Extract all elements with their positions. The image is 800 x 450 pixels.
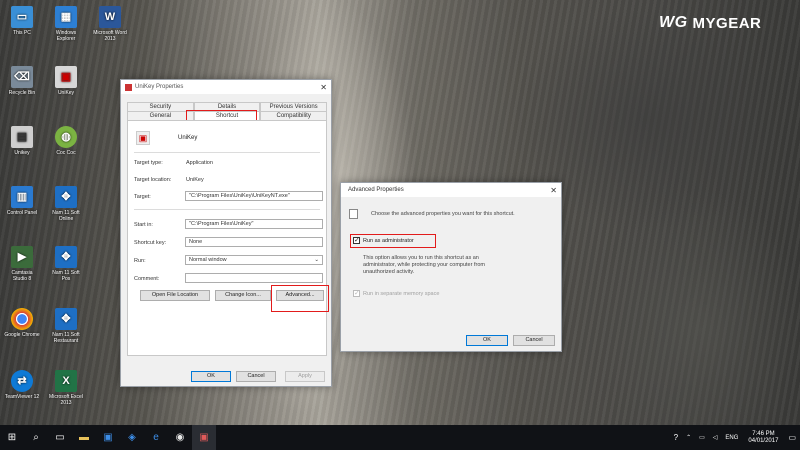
desktop-icon-nam11-online[interactable]: ✥ Nam 11 Soft Online — [48, 186, 84, 222]
close-icon[interactable]: ✕ — [550, 186, 557, 195]
volume-icon[interactable]: ◁ — [713, 434, 718, 441]
open-file-location-button[interactable]: Open File Location — [140, 290, 210, 301]
nam11-icon: ✥ — [55, 186, 77, 208]
target-input[interactable]: "C:\Program Files\UniKey\UniKeyNT.exe" — [185, 191, 323, 201]
separate-memory-label: Run in separate memory space — [363, 290, 440, 297]
file-explorer-icon[interactable]: ▬ — [72, 425, 96, 450]
nam11-icon: ✥ — [55, 246, 77, 268]
advanced-cancel-button[interactable]: Cancel — [513, 335, 555, 346]
run-select[interactable]: Normal window ⌄ — [185, 255, 323, 265]
properties-titlebar: UniKey Properties ✕ — [121, 80, 331, 94]
coccoc-icon: ◍ — [55, 126, 77, 148]
store-icon[interactable]: ▣ — [96, 425, 120, 450]
desktop-icon-chrome[interactable]: Google Chrome — [4, 308, 40, 338]
desktop-icon-word[interactable]: W Microsoft Word 2013 — [92, 6, 128, 42]
clock-time: 7:46 PM — [752, 430, 775, 437]
excel-icon: X — [55, 370, 77, 392]
tab-previous-versions[interactable]: Previous Versions — [260, 102, 328, 111]
advanced-intro: Choose the advanced properties you want … — [371, 211, 515, 217]
desktop-icon-recycle-bin[interactable]: ⌫ Recycle Bin — [4, 66, 40, 96]
advanced-title: Advanced Properties — [348, 187, 404, 193]
unikey-taskbar-icon[interactable]: ▣ — [192, 425, 216, 450]
file-icon: ▤ — [11, 126, 33, 148]
system-tray: ? ⌃ ▭ ◁ ENG 7:46 PM 04/01/2017 ▭ — [670, 425, 800, 450]
desktop-icon-control-panel[interactable]: ▥ Control Panel — [4, 186, 40, 216]
close-icon[interactable]: ✕ — [320, 83, 327, 92]
chevron-up-icon[interactable]: ⌃ — [686, 434, 691, 441]
desktop-icon-unikey-2[interactable]: ▤ Unikey — [4, 126, 40, 156]
separate-memory-checkbox[interactable]: ✓ — [353, 290, 360, 297]
desktop-icon-coc-coc[interactable]: ◍ Coc Coc — [48, 126, 84, 156]
target-location-value: UniKey — [186, 177, 204, 183]
separate-memory-row: ✓ Run in separate memory space — [353, 290, 439, 297]
desktop-icon-camtasia[interactable]: ▶ Camtasia Studio 8 — [4, 246, 40, 282]
dropbox-icon[interactable]: ◈ — [120, 425, 144, 450]
taskbar: ⊞ ⌕ ▭ ▬ ▣ ◈ e ◉ ▣ ? ⌃ ▭ ◁ ENG 7:46 PM 04… — [0, 425, 800, 450]
cancel-button[interactable]: Cancel — [236, 371, 276, 382]
camtasia-icon: ▶ — [11, 246, 33, 268]
brand-name: MYGEAR — [692, 14, 762, 32]
unikey-icon: ▣ — [136, 131, 150, 145]
target-type-value: Application — [186, 160, 213, 166]
notifications-icon[interactable]: ▭ — [788, 433, 796, 442]
chrome-icon[interactable]: ◉ — [168, 425, 192, 450]
clock-date: 04/01/2017 — [748, 437, 779, 444]
task-view-icon[interactable]: ▭ — [48, 425, 72, 450]
divider — [134, 209, 320, 210]
desktop-icon-excel[interactable]: X Microsoft Excel 2013 — [48, 370, 84, 406]
control-panel-icon: ▥ — [11, 186, 33, 208]
edge-icon[interactable]: e — [144, 425, 168, 450]
advanced-properties-dialog: Advanced Properties ✕ Choose the advance… — [340, 182, 562, 352]
nam11-icon: ✥ — [55, 308, 77, 330]
monitor-icon: ▦ — [55, 6, 77, 28]
app-name: UniKey — [178, 135, 198, 141]
brand-mark: WG — [659, 14, 688, 31]
network-icon[interactable]: ▭ — [699, 434, 705, 441]
search-icon[interactable]: ⌕ — [24, 425, 48, 450]
highlight-run-as-admin — [350, 234, 436, 248]
change-icon-button[interactable]: Change Icon... — [215, 290, 271, 301]
computer-icon: ▭ — [11, 6, 33, 28]
desktop-icon-teamviewer[interactable]: ⇄ TeamViewer 12 — [4, 370, 40, 400]
desktop-icon-this-pc[interactable]: ▭ This PC — [4, 6, 40, 36]
divider — [134, 152, 320, 153]
help-icon[interactable]: ? — [674, 433, 678, 442]
advanced-titlebar: Advanced Properties ✕ — [341, 183, 561, 197]
recycle-bin-icon: ⌫ — [11, 66, 33, 88]
shortcut-key-input[interactable]: None — [185, 237, 323, 247]
chrome-icon — [11, 308, 33, 330]
unikey-icon: ▣ — [55, 66, 77, 88]
desktop-icon-unikey[interactable]: ▣ UniKey — [48, 66, 84, 96]
apply-button[interactable]: Apply — [285, 371, 325, 382]
tab-compatibility[interactable]: Compatibility — [260, 111, 328, 120]
highlight-advanced-button — [271, 285, 329, 312]
tab-general[interactable]: General — [127, 111, 194, 120]
app-icon — [125, 83, 132, 91]
properties-title: UniKey Properties — [135, 84, 184, 90]
tab-security[interactable]: Security — [127, 102, 194, 111]
word-icon: W — [99, 6, 121, 28]
chevron-down-icon: ⌄ — [314, 257, 319, 263]
clock[interactable]: 7:46 PM 04/01/2017 — [748, 431, 778, 445]
teamviewer-icon: ⇄ — [11, 370, 33, 392]
desktop-icon-explorer[interactable]: ▦ Windows Explorer — [48, 6, 84, 42]
ok-button[interactable]: OK — [191, 371, 231, 382]
start-in-input[interactable]: "C:\Program Files\UniKey" — [185, 219, 323, 229]
desktop-icon-nam11-restaurant[interactable]: ✥ Nam 11 Soft Restaurant — [48, 308, 84, 344]
brand-logo: WG MYGEAR — [659, 14, 761, 32]
advanced-ok-button[interactable]: OK — [466, 335, 508, 346]
comment-input[interactable] — [185, 273, 323, 283]
windows-start-icon[interactable]: ⊞ — [0, 425, 24, 450]
language-indicator[interactable]: ENG — [725, 435, 738, 441]
desktop-icon-nam11-pos[interactable]: ✥ Nam 11 Soft Pos — [48, 246, 84, 282]
properties-icon — [349, 209, 358, 219]
admin-description: This option allows you to run this short… — [363, 255, 485, 275]
shortcut-panel: ▣ UniKey Target type: Application Target … — [127, 120, 329, 356]
check-icon: ✓ — [354, 290, 360, 297]
properties-dialog: UniKey Properties ✕ Security Details Pre… — [120, 79, 332, 387]
